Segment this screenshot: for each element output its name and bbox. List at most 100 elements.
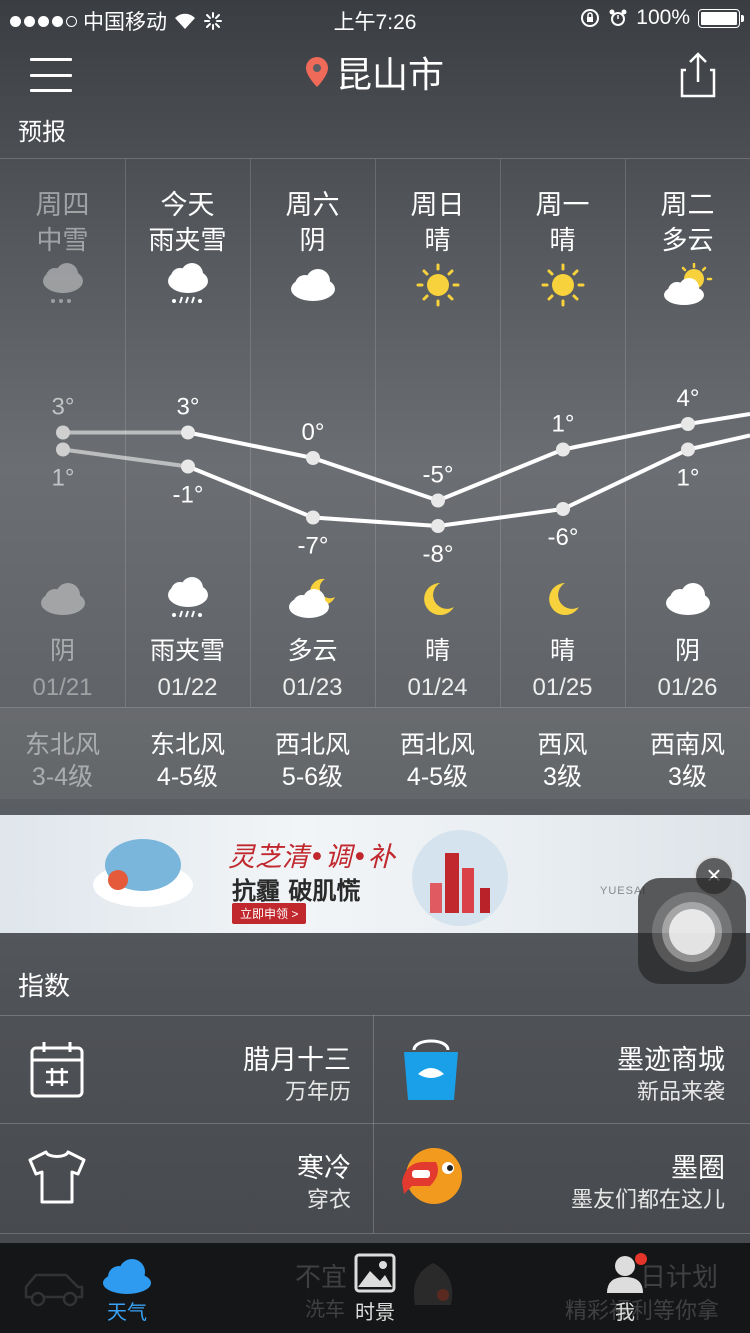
tab-label: 时景 [355,1302,395,1324]
wind-level: 4-5级 [156,763,219,791]
tshirt-icon [28,1150,86,1204]
assistive-touch-button[interactable] [638,878,746,984]
night-condition: 阴 [674,637,700,665]
low-temp-point [306,510,320,525]
high-temp-label: 1° [552,411,575,438]
wind-level: 3-4级 [31,763,94,791]
cloud-icon [666,583,710,615]
share-icon[interactable] [680,52,716,98]
low-temp-point [56,442,70,457]
ad-cta-button[interactable]: 立即申领 > [232,903,307,924]
high-line-segment [687,412,750,426]
faded-tip-1: 不宜 [295,1262,348,1292]
mascot-logo [93,839,193,907]
location-pin-icon [305,57,328,87]
status-bar: 中国移动 上午7:26 100% [0,0,750,38]
product-image [412,830,508,926]
night-condition: 雨夹雪 [149,637,225,665]
city-selector[interactable]: 昆山市 [0,46,750,98]
wind-level: 3级 [668,763,707,791]
wind-direction: 西北风 [274,731,350,759]
low-line-segment [312,515,439,528]
low-temp-label: 1° [52,465,75,492]
wind-level: 4-5级 [406,763,469,791]
tab-me[interactable]: 我 [598,1243,652,1333]
high-temp-point [556,442,570,457]
wind-direction: 西北风 [399,731,475,759]
clothing-index-value: 寒冷 [297,1153,351,1183]
low-temp-label: -6° [548,524,579,551]
forecast-date: 01/22 [157,674,218,701]
high-temp-label: 3° [52,394,75,421]
low-temp-label: -8° [423,541,454,568]
low-line-segment [62,447,189,469]
wind-direction: 东北风 [24,731,100,759]
low-temp-point [431,519,445,533]
high-line-segment [562,422,689,452]
low-temp-label: -7° [298,533,329,560]
forecast-date: 01/23 [282,674,343,701]
forecast-date: 01/26 [657,674,718,701]
high-line-segment [187,430,314,460]
wind-direction: 西南风 [649,731,725,759]
tab-label: 我 [615,1302,635,1324]
night-condition: 晴 [424,637,450,665]
tab-label: 天气 [107,1302,147,1324]
shopping-bag-icon [404,1039,458,1100]
low-temp-label: -1° [173,482,204,509]
battery-icon [698,8,744,28]
low-line-segment [687,433,750,452]
rotation-lock-icon [581,9,600,27]
high-temp-point [431,493,445,508]
wind-direction: 东北风 [149,731,225,759]
car-icon[interactable] [22,1267,86,1309]
tab-scenery[interactable]: 时景 [345,1243,405,1333]
cloud-icon [103,1259,151,1294]
status-right: 100% [580,6,744,30]
shop-subtitle: 新品来袭 [636,1079,725,1104]
community-title: 墨圈 [671,1153,725,1183]
low-line-segment [562,447,689,511]
index-title: 指数 [18,971,71,1001]
high-temp-label: 0° [302,419,325,446]
high-temp-label: 4° [677,385,700,412]
high-temp-label: -5° [423,462,454,489]
clothing-label: 穿衣 [306,1187,351,1212]
moon-cloud-icon [289,578,335,618]
index-cell-calendar[interactable]: 腊月十三 万年历 [0,1016,373,1124]
forecast-title: 预报 [18,119,66,146]
high-temp-point [56,425,70,440]
temperature-chart: 3° 3° 0° -5° 1° 4° 1° -1° -7° -8° -6° 1° [52,385,750,568]
wind-level: 3级 [543,763,582,791]
faded-tip-2: 洗车 [305,1299,345,1321]
tab-bar: 不宜 洗车 日计划 精彩福利等你拿 天气 时景 我 [0,1243,750,1333]
chat-bubble-icon [402,1148,462,1204]
high-temp-point [181,425,195,440]
divider [0,1233,750,1234]
high-line-segment [437,447,564,503]
index-cell-community[interactable]: 墨圈 墨友们都在这儿 [374,1124,747,1232]
battery-percent: 100% [636,6,690,29]
night-condition: 多云 [287,637,338,665]
ad-subheadline: 抗霾 破肌慌 [232,876,361,905]
calendar-label: 万年历 [284,1079,351,1104]
shop-title: 墨迹商城 [617,1045,725,1075]
city-name: 昆山市 [335,54,444,95]
low-line-segment [437,507,564,528]
index-cell-clothing[interactable]: 寒冷 穿衣 [0,1124,373,1232]
photo-icon [354,1253,396,1293]
wind-level: 5-6级 [281,763,344,791]
index-cell-shop[interactable]: 墨迹商城 新品来袭 [374,1016,747,1124]
moon-icon [424,583,454,615]
lunar-date: 腊月十三 [243,1045,351,1075]
night-condition: 阴 [49,637,75,665]
user-icon [607,1253,647,1293]
nav-bar: 昆山市 [0,40,750,112]
sleet-icon [168,577,208,618]
community-subtitle: 墨友们都在这儿 [570,1187,725,1212]
low-temp-point [181,459,195,474]
alarm-icon [609,9,627,26]
moon-icon [549,583,579,615]
forecast-date: 01/21 [32,674,93,701]
tab-weather[interactable]: 天气 [92,1243,162,1333]
